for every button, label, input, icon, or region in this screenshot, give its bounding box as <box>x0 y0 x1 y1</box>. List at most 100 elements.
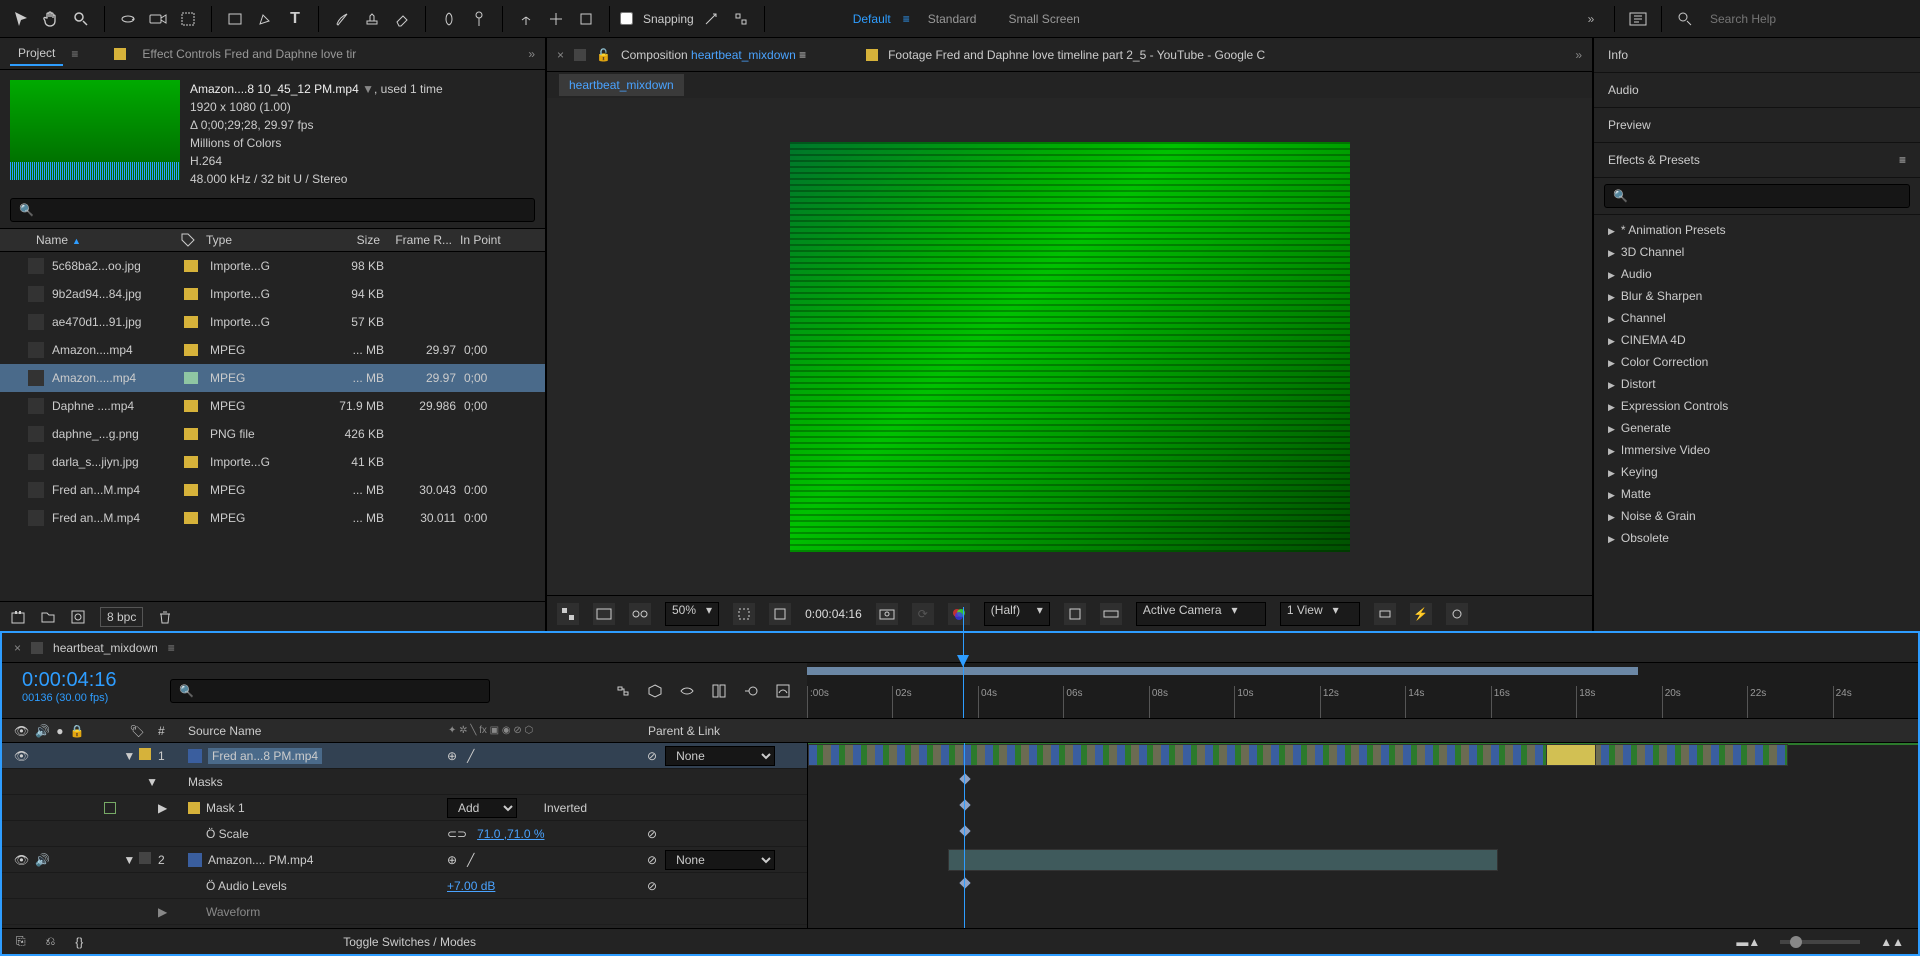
toggle-switches-button[interactable]: Toggle Switches / Modes <box>343 935 476 949</box>
lock-icon[interactable]: 🔓 <box>596 48 611 62</box>
effect-category[interactable]: 3D Channel <box>1594 241 1920 263</box>
effect-category[interactable]: Generate <box>1594 417 1920 439</box>
roto-brush-tool-icon[interactable] <box>436 6 462 32</box>
show-snapshot-icon[interactable]: ⟳ <box>912 603 934 625</box>
zoom-tool-icon[interactable] <box>68 6 94 32</box>
layer-row[interactable]: 👁🔊 ▼ 2 Amazon.... PM.mp4 ⊕╱ ⊘None <box>2 847 807 873</box>
snapshot-icon[interactable] <box>876 603 898 625</box>
always-preview-icon[interactable] <box>557 603 579 625</box>
fast-previews-icon[interactable] <box>1064 603 1086 625</box>
rectangle-tool-icon[interactable] <box>222 6 248 32</box>
effect-category[interactable]: Keying <box>1594 461 1920 483</box>
snap-option1-icon[interactable] <box>698 6 724 32</box>
snapping-checkbox[interactable] <box>620 12 633 25</box>
brush-tool-icon[interactable] <box>329 6 355 32</box>
transparency-grid-icon[interactable] <box>593 603 615 625</box>
workspace-standard[interactable]: Standard <box>914 8 991 30</box>
timeline-current-time[interactable]: 0:00:04:16 00136 (30.00 fps) <box>2 663 162 718</box>
overflow-icon[interactable]: » <box>1578 6 1604 32</box>
flowchart-tab[interactable]: heartbeat_mixdown <box>559 74 684 96</box>
parent-dropdown[interactable]: None <box>665 746 775 766</box>
roi-icon[interactable] <box>733 603 755 625</box>
comp-mini-flowchart-icon[interactable] <box>615 683 631 699</box>
effect-category[interactable]: Immersive Video <box>1594 439 1920 461</box>
timeline-search-input[interactable] <box>170 679 490 703</box>
effects-panel-header[interactable]: Effects & Presets≡ <box>1594 143 1920 178</box>
audio-panel-header[interactable]: Audio <box>1594 73 1920 108</box>
zoom-dropdown[interactable]: 50% ▾ <box>665 602 719 626</box>
frame-blend-icon[interactable] <box>711 683 727 699</box>
pan-behind-tool-icon[interactable] <box>175 6 201 32</box>
info-panel-header[interactable]: Info <box>1594 38 1920 73</box>
workspace-default[interactable]: Default <box>839 8 905 30</box>
views-dropdown[interactable]: 1 View ▾ <box>1280 602 1360 626</box>
resolution-dropdown[interactable]: (Half) ▾ <box>984 602 1050 626</box>
effect-category[interactable]: Channel <box>1594 307 1920 329</box>
project-row[interactable]: Amazon.....mp4 MPEG... MB 29.970;00 <box>0 364 545 392</box>
mask-row[interactable]: ▶ Mask 1 Add Inverted <box>2 795 807 821</box>
pixel-aspect-icon[interactable] <box>1374 603 1396 625</box>
timeline-icon[interactable] <box>1100 603 1122 625</box>
effect-category[interactable]: * Animation Presets <box>1594 219 1920 241</box>
camera-tool-icon[interactable] <box>145 6 171 32</box>
project-row[interactable]: Fred an...M.mp4 MPEG... MB 30.0110:00 <box>0 504 545 532</box>
project-row[interactable]: ae470d1...91.jpg Importe...G57 KB <box>0 308 545 336</box>
mask-mode-dropdown[interactable]: Add <box>447 798 517 818</box>
footage-tab[interactable]: Footage Fred and Daphne love timeline pa… <box>888 48 1265 62</box>
masks-row[interactable]: ▼ Masks <box>2 769 807 795</box>
sync-settings-icon[interactable] <box>1625 6 1651 32</box>
channel-icon[interactable] <box>948 603 970 625</box>
effect-category[interactable]: CINEMA 4D <box>1594 329 1920 351</box>
motion-blur-icon[interactable] <box>743 683 759 699</box>
project-row[interactable]: Daphne ....mp4 MPEG71.9 MB 29.9860;00 <box>0 392 545 420</box>
composition-viewer[interactable] <box>547 98 1592 595</box>
fast-preview-icon[interactable]: ⚡ <box>1410 603 1432 625</box>
search-help-input[interactable] <box>1702 7 1912 31</box>
current-time[interactable]: 0:00:04:16 <box>805 607 862 621</box>
type-tool-icon[interactable]: T <box>282 6 308 32</box>
effect-controls-tab[interactable]: Effect Controls Fred and Daphne love tir <box>134 43 364 65</box>
new-folder-icon[interactable] <box>40 609 56 625</box>
shy-icon[interactable] <box>679 683 695 699</box>
exposure-icon[interactable] <box>1446 603 1468 625</box>
workspace-small[interactable]: Small Screen <box>994 8 1093 30</box>
3d-glasses-icon[interactable] <box>629 603 651 625</box>
panel-overflow-icon[interactable]: » <box>528 47 535 61</box>
selection-tool-icon[interactable] <box>8 6 34 32</box>
project-tab[interactable]: Project <box>10 42 63 66</box>
hand-tool-icon[interactable] <box>38 6 64 32</box>
mask-visibility-icon[interactable] <box>769 603 791 625</box>
interpret-footage-icon[interactable] <box>10 609 26 625</box>
project-row[interactable]: daphne_...g.png PNG file426 KB <box>0 420 545 448</box>
composition-tab[interactable]: Composition heartbeat_mixdown ≡ <box>621 48 806 62</box>
render-queue-icon[interactable]: ⎌ <box>46 934 56 949</box>
project-row[interactable]: 9b2ad94...84.jpg Importe...G94 KB <box>0 280 545 308</box>
clone-stamp-tool-icon[interactable] <box>359 6 385 32</box>
project-row[interactable]: Fred an...M.mp4 MPEG... MB 30.0430:00 <box>0 476 545 504</box>
project-row[interactable]: darla_s...jiyn.jpg Importe...G41 KB <box>0 448 545 476</box>
property-row[interactable]: Ö Scale ⊂⊃ 71.0 ,71.0 % ⊘ <box>2 821 807 847</box>
comp-overflow-icon[interactable]: » <box>1575 48 1582 62</box>
axis-view-icon[interactable] <box>573 6 599 32</box>
orbit-tool-icon[interactable] <box>115 6 141 32</box>
bpc-label[interactable]: 8 bpc <box>100 607 143 627</box>
eraser-tool-icon[interactable] <box>389 6 415 32</box>
effect-category[interactable]: Color Correction <box>1594 351 1920 373</box>
timeline-tracks[interactable] <box>808 743 1918 928</box>
effects-search-input[interactable] <box>1604 184 1910 208</box>
effect-category[interactable]: Audio <box>1594 263 1920 285</box>
draft-3d-icon[interactable] <box>647 683 663 699</box>
property-row[interactable]: ▶ Waveform <box>2 899 807 925</box>
layer-row[interactable]: 👁 ▼ 1 Fred an...8 PM.mp4 ⊕╱ ⊘None <box>2 743 807 769</box>
new-comp-icon[interactable] <box>70 609 86 625</box>
zoom-out-icon[interactable]: ▬▲ <box>1736 935 1760 949</box>
axis-world-icon[interactable] <box>543 6 569 32</box>
time-ruler[interactable]: :00s02s04s06s08s10s12s14s16s18s20s22s24s <box>807 663 1918 718</box>
project-search-input[interactable] <box>10 198 535 222</box>
frame-blending-icon[interactable]: {} <box>75 935 83 949</box>
effect-category[interactable]: Matte <box>1594 483 1920 505</box>
effect-category[interactable]: Expression Controls <box>1594 395 1920 417</box>
pen-tool-icon[interactable] <box>252 6 278 32</box>
graph-editor-icon[interactable] <box>775 683 791 699</box>
camera-dropdown[interactable]: Active Camera ▾ <box>1136 602 1266 626</box>
